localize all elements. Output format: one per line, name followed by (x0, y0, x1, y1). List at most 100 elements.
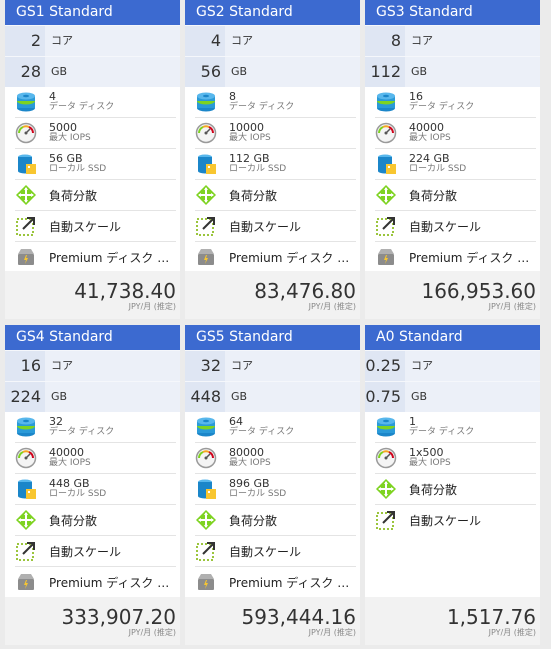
cores-value: 8 (365, 26, 405, 56)
ram-value: 28 (5, 57, 45, 87)
ram-unit: GB (51, 390, 68, 403)
feature-premium-disk: Premium ディスク サ… (195, 567, 356, 597)
feature-autoscale: 自動スケール (195, 536, 356, 567)
load-balance-icon (195, 184, 217, 206)
premium-disk-icon (195, 246, 217, 268)
feature-data-disks: 1 データ ディスク (375, 412, 536, 443)
cores-unit: コア (411, 34, 433, 47)
card-header: A0 Standard (365, 325, 540, 350)
premium-disk-icon (375, 246, 397, 268)
data-disk-icon (15, 416, 37, 438)
feature-autoscale: 自動スケール (375, 505, 536, 535)
ram-unit: GB (411, 65, 428, 78)
vm-card-gs5[interactable]: GS5 Standard 32 コア 448 GB 64 データ ディスク 80000… (185, 325, 360, 645)
vm-card-gs2[interactable]: GS2 Standard 4 コア 56 GB 8 データ ディスク 10000 最大 … (185, 0, 360, 319)
gauge-icon (195, 122, 217, 144)
feature-autoscale: 自動スケール (195, 211, 356, 242)
ram-row: 56 GB (185, 56, 360, 87)
cores-value: 2 (5, 26, 45, 56)
autoscale-icon (15, 215, 37, 237)
ram-unit: GB (231, 65, 248, 78)
price-box: 1,517.76 JPY/月 (推定) (365, 597, 540, 645)
price-box: 593,444.16 JPY/月 (推定) (185, 597, 360, 645)
autoscale-icon (375, 509, 397, 531)
card-header: GS4 Standard (5, 325, 180, 350)
feature-premium-disk: Premium ディスク サ… (375, 242, 536, 272)
price-unit: JPY/月 (推定) (488, 302, 536, 311)
feature-local-ssd: 224 GB ローカル SSD (375, 149, 536, 180)
vm-card-gs1[interactable]: GS1 Standard 2 コア 28 GB 4 データ ディスク 5000 最大 I… (5, 0, 180, 319)
load-balance-icon (15, 184, 37, 206)
feature-autoscale: 自動スケール (375, 211, 536, 242)
price-box: 41,738.40 JPY/月 (推定) (5, 271, 180, 319)
feature-data-disks: 16 データ ディスク (375, 87, 536, 118)
price: 166,953.60 (421, 279, 536, 303)
feature-iops: 40000 最大 IOPS (375, 118, 536, 149)
price: 333,907.20 (61, 605, 176, 629)
price-box: 333,907.20 JPY/月 (推定) (5, 597, 180, 645)
feature-premium-disk: Premium ディスク サ… (15, 567, 176, 597)
cores-value: 32 (185, 351, 225, 381)
vm-card-a0[interactable]: A0 Standard 0.25 コア 0.75 GB 1 データ ディスク 1x50… (365, 325, 540, 645)
cores-row: 8 コア (365, 25, 540, 56)
gauge-icon (15, 447, 37, 469)
card-header: GS3 Standard (365, 0, 540, 25)
premium-disk-icon (195, 571, 217, 593)
cores-unit: コア (51, 359, 73, 372)
gauge-icon (375, 447, 397, 469)
ram-unit: GB (51, 65, 68, 78)
price: 41,738.40 (74, 279, 176, 303)
feature-data-disks: 32 データ ディスク (15, 412, 176, 443)
cores-row: 32 コア (185, 350, 360, 381)
feature-load-balancing: 負荷分散 (195, 505, 356, 536)
data-disk-icon (375, 416, 397, 438)
cores-unit: コア (231, 359, 253, 372)
autoscale-icon (195, 215, 217, 237)
gauge-icon (375, 122, 397, 144)
feature-load-balancing: 負荷分散 (375, 474, 536, 505)
ram-row: 448 GB (185, 381, 360, 412)
price: 1,517.76 (446, 605, 536, 629)
ram-row: 224 GB (5, 381, 180, 412)
feature-premium-disk: Premium ディスク サ… (195, 242, 356, 272)
cores-row: 2 コア (5, 25, 180, 56)
feature-local-ssd: 112 GB ローカル SSD (195, 149, 356, 180)
price-box: 166,953.60 JPY/月 (推定) (365, 271, 540, 319)
load-balance-icon (15, 509, 37, 531)
cores-value: 0.25 (365, 351, 405, 381)
price-unit: JPY/月 (推定) (488, 628, 536, 637)
feature-iops: 80000 最大 IOPS (195, 443, 356, 474)
feature-iops: 10000 最大 IOPS (195, 118, 356, 149)
feature-local-ssd: 56 GB ローカル SSD (15, 149, 176, 180)
feature-iops: 40000 最大 IOPS (15, 443, 176, 474)
feature-iops: 5000 最大 IOPS (15, 118, 176, 149)
price-unit: JPY/月 (推定) (308, 628, 356, 637)
data-disk-icon (195, 416, 217, 438)
feature-load-balancing: 負荷分散 (15, 180, 176, 211)
ram-value: 56 (185, 57, 225, 87)
data-disk-icon (15, 91, 37, 113)
price: 83,476.80 (254, 279, 356, 303)
feature-data-disks: 64 データ ディスク (195, 412, 356, 443)
feature-iops: 1x500 最大 IOPS (375, 443, 536, 474)
data-disk-icon (195, 91, 217, 113)
load-balance-icon (195, 509, 217, 531)
card-header: GS5 Standard (185, 325, 360, 350)
ram-value: 224 (5, 382, 45, 412)
vm-card-gs3[interactable]: GS3 Standard 8 コア 112 GB 16 データ ディスク 40000 最… (365, 0, 540, 319)
load-balance-icon (375, 184, 397, 206)
ram-row: 28 GB (5, 56, 180, 87)
feature-load-balancing: 負荷分散 (15, 505, 176, 536)
ram-row: 112 GB (365, 56, 540, 87)
load-balance-icon (375, 478, 397, 500)
feature-load-balancing: 負荷分散 (375, 180, 536, 211)
feature-data-disks: 4 データ ディスク (15, 87, 176, 118)
cores-unit: コア (411, 359, 433, 372)
cores-row: 16 コア (5, 350, 180, 381)
cores-row: 0.25 コア (365, 350, 540, 381)
ssd-icon (195, 153, 217, 175)
price-unit: JPY/月 (推定) (128, 628, 176, 637)
premium-disk-icon (15, 246, 37, 268)
autoscale-icon (375, 215, 397, 237)
vm-card-gs4[interactable]: GS4 Standard 16 コア 224 GB 32 データ ディスク 40000… (5, 325, 180, 645)
